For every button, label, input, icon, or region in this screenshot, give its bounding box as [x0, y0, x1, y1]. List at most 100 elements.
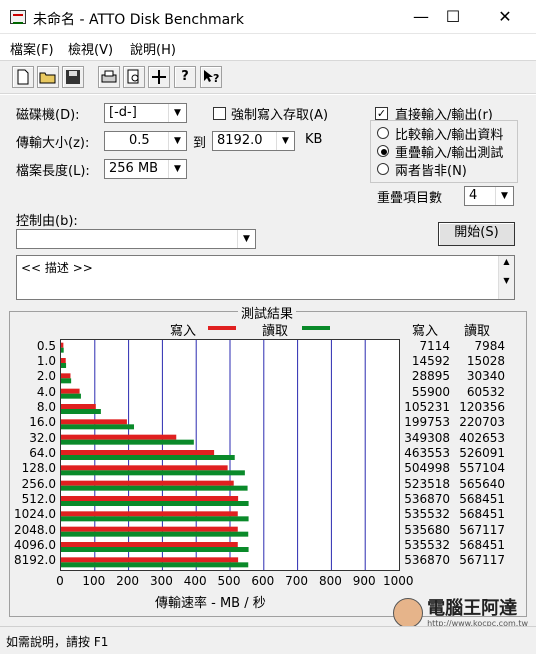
- write-bar: [61, 450, 215, 455]
- x-tick-label: 600: [251, 574, 275, 588]
- context-help-icon[interactable]: ?: [200, 66, 222, 88]
- y-tick-label: 1.0: [36, 354, 56, 368]
- y-tick-label: 2.0: [36, 369, 56, 384]
- transfer-from-select[interactable]: 0.5 ▼: [104, 131, 187, 151]
- x-tick-label: 1000: [383, 574, 414, 588]
- read-bar: [61, 393, 81, 399]
- drive-label: 磁碟機(D):: [16, 108, 80, 123]
- write-bar: [61, 404, 96, 409]
- toolbar: ? ?: [0, 60, 536, 94]
- write-bar: [61, 373, 71, 379]
- y-tick-label: 128.0: [21, 461, 56, 476]
- close-button[interactable]: ✕: [482, 4, 528, 30]
- x-tick-label: 400: [183, 574, 207, 588]
- read-value: 557104: [459, 461, 505, 476]
- menu-view[interactable]: 檢視(V): [68, 39, 113, 58]
- read-value: 568451: [459, 507, 505, 522]
- mascot-icon: [393, 598, 424, 628]
- file-size-select[interactable]: 256 MB ▼: [104, 159, 187, 179]
- chevron-down-icon: ▼: [495, 187, 513, 205]
- read-column-header: 讀取: [464, 324, 491, 339]
- read-value: 60532: [466, 384, 505, 399]
- read-bar: [61, 547, 249, 552]
- write-value: 535532: [404, 507, 450, 522]
- write-bar: [61, 358, 66, 363]
- read-value: 568451: [459, 492, 505, 506]
- write-bar: [61, 496, 239, 501]
- menu-help[interactable]: 說明(H): [130, 39, 176, 58]
- y-tick-label: 0.5: [36, 338, 56, 353]
- read-bar: [61, 439, 194, 445]
- print-icon[interactable]: [98, 66, 120, 88]
- x-tick-label: 0: [56, 574, 64, 588]
- scroll-down-icon: ▼: [503, 276, 510, 285]
- write-value: 55900: [411, 384, 450, 399]
- y-tick-label: 1024.0: [14, 507, 56, 522]
- status-text: 如需說明，請按 F1: [6, 635, 109, 649]
- menu-bar: 檔案(F) 檢視(V) 說明(H): [0, 34, 536, 60]
- y-tick-label: 64.0: [29, 446, 56, 460]
- write-value: 28895: [411, 369, 450, 384]
- chevron-down-icon: ▼: [276, 132, 294, 150]
- help-icon[interactable]: ?: [174, 66, 196, 88]
- write-value: 199753: [404, 415, 450, 430]
- maximize-button[interactable]: ☐: [430, 4, 476, 30]
- neither-radio[interactable]: [377, 163, 389, 175]
- overlapped-io-radio[interactable]: [377, 145, 389, 157]
- read-value: 568451: [459, 538, 505, 552]
- read-bar: [61, 485, 248, 491]
- direct-io-checkbox[interactable]: ✓: [375, 107, 388, 120]
- y-tick-label: 8.0: [36, 400, 56, 414]
- read-value: 120356: [459, 400, 505, 414]
- control-select[interactable]: ▼: [16, 229, 256, 249]
- write-bar: [61, 542, 238, 547]
- watermark-text: 電腦王阿達: [427, 597, 518, 619]
- write-bar: [61, 557, 239, 563]
- transfer-to-value: 8192.0: [217, 133, 263, 148]
- write-value: 535680: [404, 522, 450, 537]
- read-value: 7984: [474, 338, 505, 353]
- description-scrollbar[interactable]: ▲ ▼: [498, 256, 514, 299]
- open-folder-icon[interactable]: [37, 66, 59, 88]
- neither-label: 兩者皆非(N): [395, 164, 467, 179]
- y-tick-label: 4096.0: [14, 538, 56, 552]
- x-tick-label: 900: [352, 574, 376, 588]
- queue-depth-select[interactable]: 4 ▼: [464, 186, 514, 206]
- y-tick-label: 2048.0: [14, 522, 56, 537]
- scroll-up-icon: ▲: [503, 257, 510, 266]
- unit-label: KB: [305, 132, 323, 147]
- force-write-checkbox[interactable]: [213, 107, 226, 120]
- write-value: 504998: [404, 461, 450, 476]
- description-box[interactable]: << 描述 >>: [16, 255, 515, 300]
- new-file-icon[interactable]: [12, 66, 34, 88]
- start-button[interactable]: 開始(S): [438, 222, 515, 246]
- x-tick-label: 500: [217, 574, 241, 588]
- write-bar: [61, 419, 127, 425]
- x-tick-label: 300: [149, 574, 173, 588]
- save-icon[interactable]: [62, 66, 84, 88]
- write-legend-swatch: [208, 326, 236, 330]
- y-tick-label: 16.0: [29, 415, 56, 430]
- transfer-to-select[interactable]: 8192.0 ▼: [212, 131, 295, 151]
- write-bar: [61, 434, 177, 440]
- to-label: 到: [193, 136, 207, 151]
- move-icon[interactable]: [148, 66, 170, 88]
- queue-depth-label: 重疊項目數: [377, 191, 443, 206]
- read-bar: [61, 501, 249, 506]
- read-value: 220703: [459, 415, 505, 430]
- write-legend-label: 寫入: [170, 324, 197, 339]
- overlapped-io-label: 重疊輸入/輸出測試: [395, 146, 504, 161]
- read-bar: [61, 409, 101, 414]
- menu-file[interactable]: 檔案(F): [10, 39, 54, 58]
- read-bar: [61, 562, 249, 568]
- read-value: 567117: [459, 522, 505, 537]
- x-tick-label: 100: [82, 574, 106, 588]
- compare-io-radio[interactable]: [377, 127, 389, 139]
- control-label: 控制由(b):: [16, 214, 78, 229]
- read-value: 526091: [459, 446, 505, 460]
- print-preview-icon[interactable]: [123, 66, 145, 88]
- status-bar: 如需說明，請按 F1: [0, 626, 536, 654]
- x-axis-label: 傳輸速率 - MB / 秒: [155, 596, 266, 611]
- drive-select[interactable]: [-d-] ▼: [104, 103, 187, 123]
- title-bar: 未命名 - ATTO Disk Benchmark — ☐ ✕: [0, 0, 536, 34]
